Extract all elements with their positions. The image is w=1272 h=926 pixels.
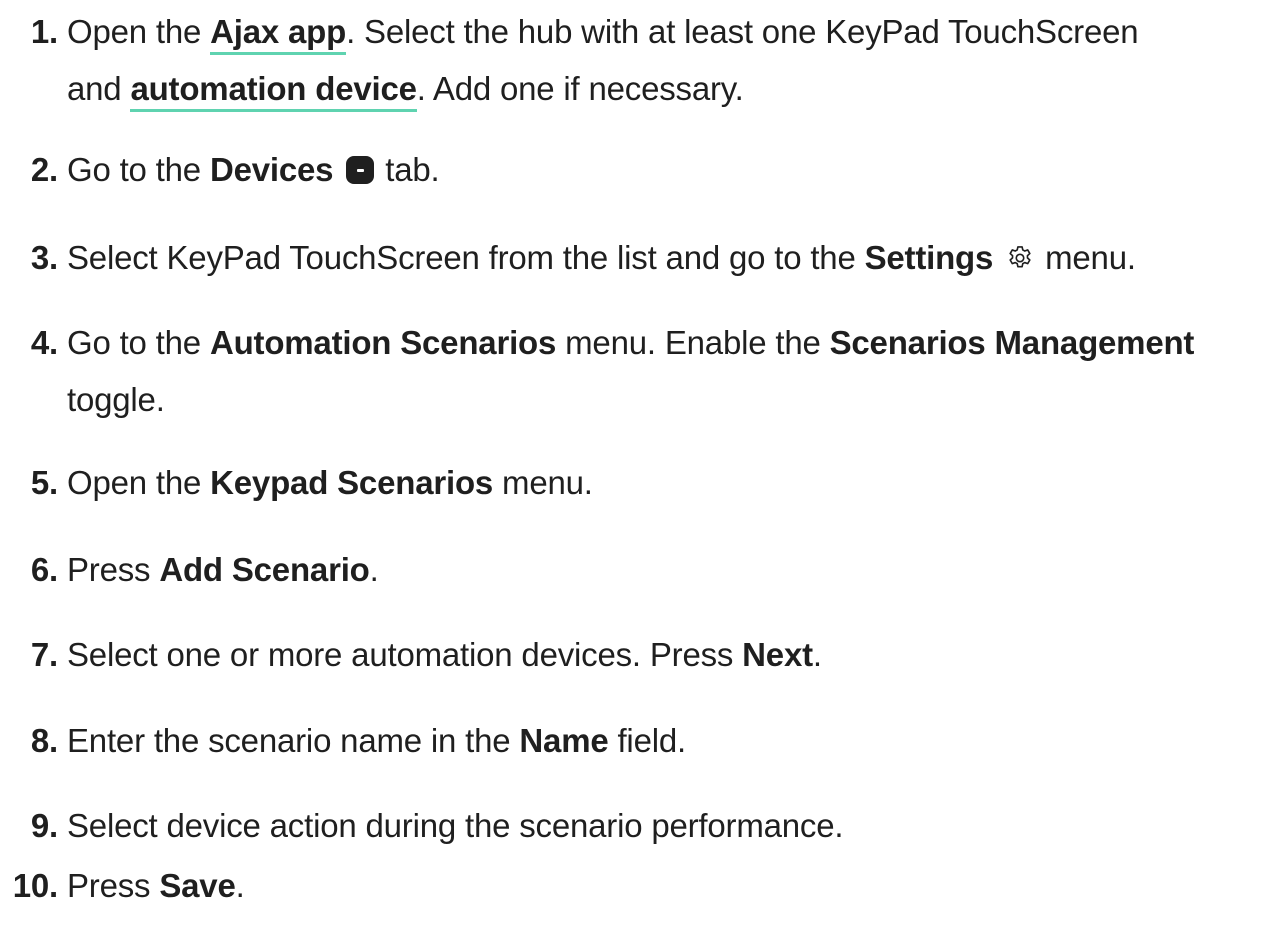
step-text-run: menu. Enable the: [556, 324, 830, 361]
step-text: Select device action during the scenario…: [67, 797, 1267, 854]
step-text-run: Select KeyPad TouchScreen from the list …: [67, 239, 865, 276]
step-text-run: .: [235, 867, 245, 904]
ajax-app-link[interactable]: Ajax app: [210, 13, 346, 55]
step-number: 7.: [30, 636, 58, 673]
keypad-scenarios-bold: Keypad Scenarios: [210, 464, 494, 501]
step-number: 2.: [30, 151, 58, 188]
step-text-run: .: [812, 636, 822, 673]
step-text-run: Select device action during the scenario…: [67, 807, 844, 844]
step-number: 5.: [30, 464, 58, 501]
step-number: 9.: [30, 807, 58, 844]
step-text-run: field.: [608, 722, 686, 759]
name-bold: Name: [519, 722, 609, 759]
step-line: toggle.: [67, 371, 1267, 428]
step-text-run: Go to the: [67, 151, 210, 188]
next-bold: Next: [742, 636, 813, 673]
step-line: and automation device. Add one if necess…: [67, 60, 1267, 117]
step-text-run: Open the: [67, 13, 211, 50]
step-text-run: Open the: [67, 464, 211, 501]
step-text-run: Enter the scenario name in the: [67, 722, 520, 759]
step-text-run: . Select the hub with at least one KeyPa…: [346, 13, 1139, 50]
step-number: 6.: [30, 551, 58, 588]
step-text-run: Select one or more automation devices. P…: [67, 636, 743, 673]
step-text: Go to the Devices tab.: [67, 141, 1267, 198]
step-text: Open the Ajax app. Select the hub with a…: [67, 3, 1267, 117]
automation-device-link[interactable]: automation device: [130, 70, 417, 112]
step-number: 8.: [30, 722, 58, 759]
devices-bold: Devices: [209, 151, 334, 188]
step-text-run: and: [67, 70, 131, 107]
step-text-run: menu.: [1036, 239, 1136, 276]
step-text-run: . Add one if necessary.: [416, 70, 744, 107]
step-text: Enter the scenario name in the Name fiel…: [67, 712, 1267, 769]
step-text: Open the Keypad Scenarios menu.: [67, 454, 1267, 511]
step-text: Select KeyPad TouchScreen from the list …: [67, 229, 1267, 286]
gear-icon: [1009, 246, 1031, 268]
step-line: Open the Ajax app. Select the hub with a…: [67, 3, 1267, 60]
step-text: Select one or more automation devices. P…: [67, 626, 1267, 683]
automation-scenarios-bold: Automation Scenarios: [209, 324, 557, 361]
settings-bold: Settings: [864, 239, 994, 276]
step-text-run: .: [369, 551, 379, 588]
save-bold: Save: [159, 867, 236, 904]
step-text-run: Press: [67, 551, 160, 588]
step-text-run: menu.: [493, 464, 593, 501]
step-text-run: toggle.: [67, 381, 165, 418]
step-number: 10.: [12, 867, 58, 904]
step-text: Press Save.: [67, 857, 1267, 914]
devices-icon: [346, 156, 375, 184]
scenarios-management-bold: Scenarios Management: [829, 324, 1195, 361]
step-number: 1.: [30, 13, 58, 50]
step-text-run: Go to the: [67, 324, 210, 361]
step-text-run: Press: [67, 867, 160, 904]
step-text-run: tab.: [376, 151, 440, 188]
step-number: 3.: [30, 239, 58, 276]
step-text: Go to the Automation Scenarios menu. Ena…: [67, 314, 1267, 428]
step-number: 4.: [30, 324, 58, 361]
add-scenario-bold: Add Scenario: [159, 551, 370, 588]
step-text: Press Add Scenario.: [67, 541, 1267, 598]
step-line: Go to the Automation Scenarios menu. Ena…: [67, 314, 1267, 371]
